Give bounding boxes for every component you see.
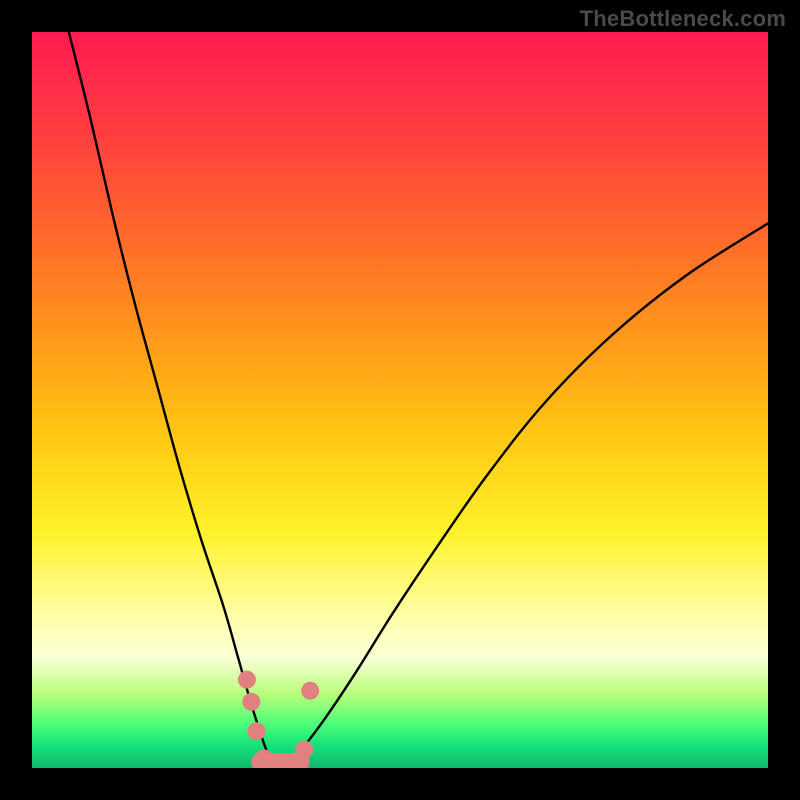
sweet-spot-dot bbox=[242, 693, 260, 711]
curve-right-branch bbox=[275, 223, 768, 768]
sweet-spot-dot bbox=[247, 722, 265, 740]
curve-left-branch bbox=[69, 32, 275, 768]
plot-svg bbox=[32, 32, 768, 768]
sweet-spot-dot bbox=[238, 671, 256, 689]
chart-container: TheBottleneck.com bbox=[0, 0, 800, 800]
watermark-text: TheBottleneck.com bbox=[580, 6, 786, 32]
sweet-spot-dot bbox=[301, 682, 319, 700]
plot-area bbox=[32, 32, 768, 768]
